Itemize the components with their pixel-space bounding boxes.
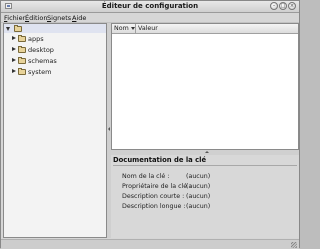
column-header-valeur[interactable]: Valeur	[136, 24, 298, 33]
tree-item-label: apps	[28, 35, 44, 43]
folder-icon	[18, 46, 26, 53]
expander-icon[interactable]	[6, 27, 10, 31]
doc-row-key-name: Nom de la clé : (aucun)	[111, 173, 299, 181]
documentation-title: Documentation de la clé	[113, 156, 207, 164]
key-value-list[interactable]: Nom Valeur	[111, 23, 299, 150]
doc-key-value: (aucun)	[186, 183, 211, 190]
app-window: Éditeur de configuration – □ × Fichier É…	[0, 0, 300, 249]
column-label: Nom	[114, 25, 129, 32]
menu-aide[interactable]: Aide	[72, 14, 86, 22]
sort-arrow-icon	[130, 26, 135, 30]
tree-item-apps[interactable]: apps	[4, 34, 106, 44]
splitter-grip-icon[interactable]	[108, 127, 110, 131]
tree-item-label: system	[28, 68, 52, 76]
documentation-pane: Documentation de la clé Nom de la clé : …	[111, 155, 299, 238]
expander-icon[interactable]	[12, 69, 16, 73]
tree-item-label: desktop	[28, 46, 54, 54]
expander-icon[interactable]	[12, 47, 16, 51]
menu-fichier[interactable]: Fichier	[4, 14, 25, 22]
menu-signets[interactable]: Signets	[47, 14, 71, 22]
doc-key-label: Propriétaire de la clé :	[122, 183, 192, 190]
divider	[113, 165, 297, 166]
title-bar[interactable]: Éditeur de configuration – □ ×	[1, 1, 299, 13]
column-header-nom[interactable]: Nom	[112, 24, 136, 33]
doc-key-value: (aucun)	[186, 203, 211, 210]
expander-icon[interactable]	[12, 58, 16, 62]
doc-key-value: (aucun)	[186, 173, 211, 180]
doc-row-short-desc: Description courte : (aucun)	[111, 193, 299, 201]
tree-item-label: schemas	[28, 57, 57, 65]
splitter-grip-icon[interactable]	[205, 151, 209, 153]
folder-icon	[18, 57, 26, 64]
maximize-icon[interactable]: □	[279, 2, 287, 10]
window-title: Éditeur de configuration	[101, 2, 199, 10]
column-label: Valeur	[138, 25, 158, 32]
doc-row-long-desc: Description longue : (aucun)	[111, 203, 299, 211]
folder-icon	[18, 68, 26, 75]
tree-root-row[interactable]	[4, 24, 106, 33]
list-header: Nom Valeur	[112, 24, 298, 34]
doc-key-label: Description courte :	[122, 193, 185, 200]
resize-grip-icon[interactable]	[291, 242, 297, 248]
folder-icon	[14, 25, 22, 32]
tree-item-schemas[interactable]: schemas	[4, 56, 106, 66]
key-tree[interactable]: apps desktop schemas system	[3, 23, 107, 238]
doc-key-value: (aucun)	[186, 193, 211, 200]
menu-bar: Fichier Édition Signets Aide	[1, 13, 299, 23]
window-controls: – □ ×	[270, 2, 296, 10]
doc-key-label: Description longue :	[122, 203, 186, 210]
menu-edition[interactable]: Édition	[25, 14, 48, 22]
close-icon[interactable]: ×	[288, 2, 296, 10]
expander-icon[interactable]	[12, 36, 16, 40]
minimize-icon[interactable]: –	[270, 2, 278, 10]
tree-item-system[interactable]: system	[4, 67, 106, 77]
tree-item-desktop[interactable]: desktop	[4, 45, 106, 55]
doc-key-label: Nom de la clé :	[122, 173, 170, 180]
doc-row-owner: Propriétaire de la clé : (aucun)	[111, 183, 299, 191]
folder-icon	[18, 35, 26, 42]
